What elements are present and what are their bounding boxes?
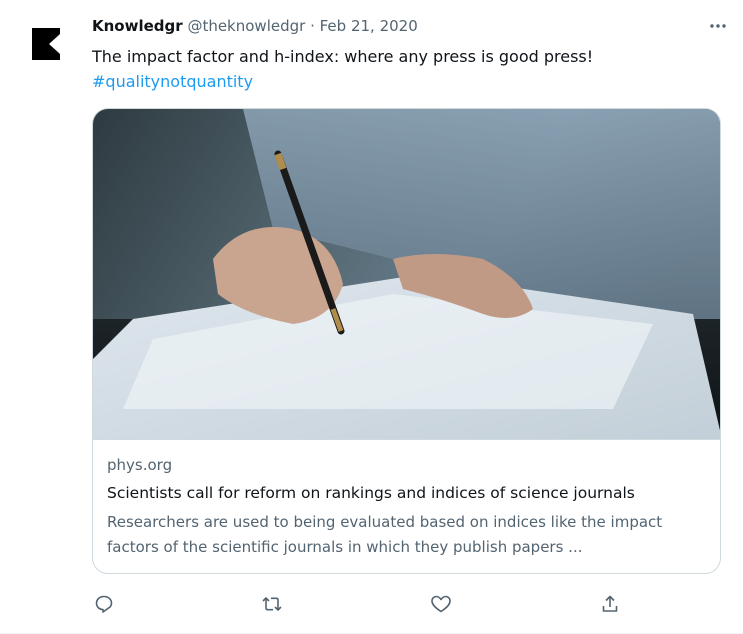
share-icon [602,595,618,612]
link-preview-card[interactable]: phys.org Scientists call for reform on r… [92,108,721,574]
retweet-icon [262,596,282,612]
card-domain: phys.org [107,456,173,474]
meta-separator: · [305,17,320,35]
card-description: Researchers are used to being evaluated … [107,513,663,556]
more-options-button[interactable] [706,14,730,38]
avatar[interactable] [22,20,70,68]
share-button[interactable] [598,592,622,616]
card-title: Scientists call for reform on rankings a… [107,484,635,502]
reply-button[interactable] [92,592,116,616]
card-image [93,109,720,439]
knowledgr-logo-icon [32,28,60,60]
tweet-header: Knowledgr @theknowledgr · Feb 21, 2020 [92,14,418,38]
display-name[interactable]: Knowledgr [92,17,183,35]
hashtag-link[interactable]: #qualitynotquantity [92,69,712,94]
retweet-button[interactable] [260,592,284,616]
tweet-actions [92,592,632,616]
user-handle[interactable]: @theknowledgr [187,17,305,35]
more-icon [710,24,726,28]
tweet[interactable]: Knowledgr @theknowledgr · Feb 21, 2020 T… [0,0,743,634]
card-body: phys.org Scientists call for reform on r… [93,439,720,560]
like-button[interactable] [429,592,453,616]
reply-icon [95,595,113,613]
tweet-text: The impact factor and h-index: where any… [92,44,712,94]
tweet-date[interactable]: Feb 21, 2020 [320,17,418,35]
heart-icon [431,595,451,613]
tweet-body: The impact factor and h-index: where any… [92,47,594,66]
